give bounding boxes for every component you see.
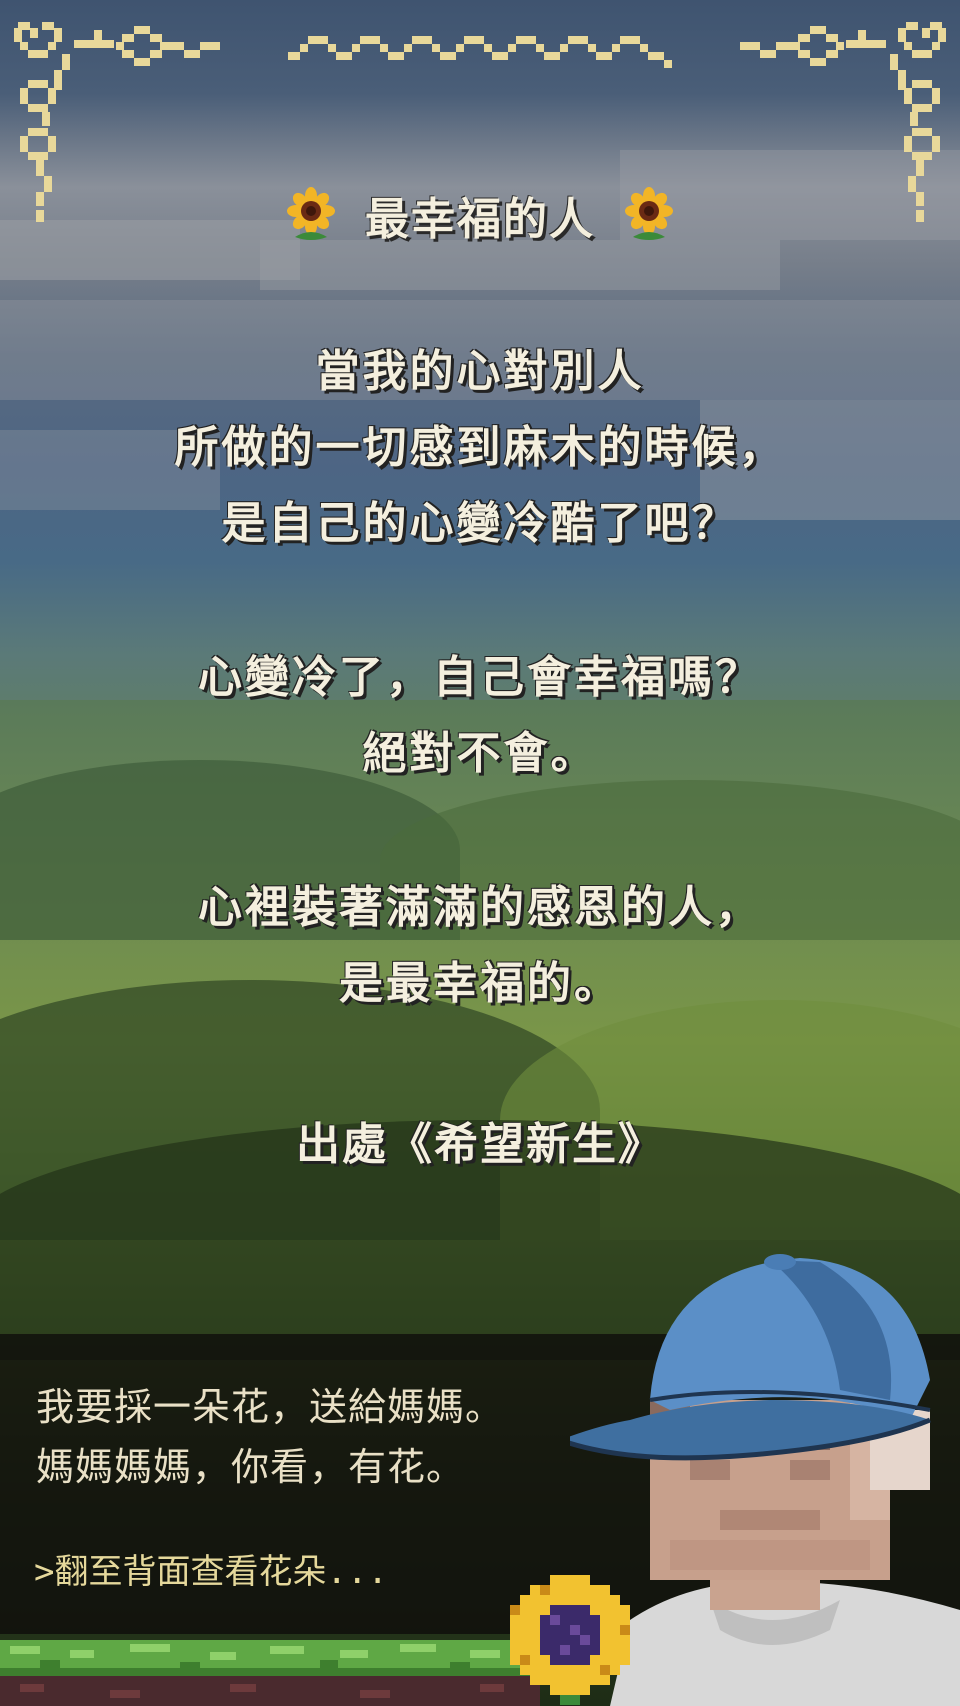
top-wave-ornament-icon	[288, 36, 672, 68]
poem-stanza-3: 心裡裝著滿滿的感恩的人， 是最幸福的。	[0, 870, 960, 1022]
poem-line: 心裡裝著滿滿的感恩的人，	[198, 882, 762, 933]
poem-line: 是最幸福的。	[339, 958, 621, 1009]
poem-line: 所做的一切感到麻木的時候，	[174, 422, 786, 473]
poem-stanza-2: 心變冷了，自己會幸福嗎？ 絕對不會。	[0, 640, 960, 792]
dialog-line-2: 媽媽媽媽，你看，有花。	[36, 1445, 466, 1489]
pixel-grass-strip	[0, 1640, 540, 1706]
title-row: 最幸福的人	[0, 180, 960, 250]
pixel-sunflower-icon	[510, 1575, 630, 1705]
source-citation: 出處《希望新生》	[296, 1119, 664, 1170]
page-title: 最幸福的人	[365, 194, 595, 245]
poem-line: 是自己的心變冷酷了吧？	[221, 498, 739, 549]
poem-stanza-1: 當我的心對別人 所做的一切感到麻木的時候， 是自己的心變冷酷了吧？	[0, 334, 960, 562]
poem-line: 心變冷了，自己會幸福嗎？	[198, 652, 762, 703]
poem-line: 當我的心對別人	[315, 346, 645, 397]
flip-prompt[interactable]: >翻至背面查看花朵...	[34, 1544, 388, 1593]
dialog-line-1: 我要採一朵花，送給媽媽。	[36, 1385, 505, 1429]
poem-line: 絕對不會。	[362, 728, 598, 779]
sunflower-icon	[625, 187, 673, 240]
sunflower-icon	[287, 187, 335, 240]
